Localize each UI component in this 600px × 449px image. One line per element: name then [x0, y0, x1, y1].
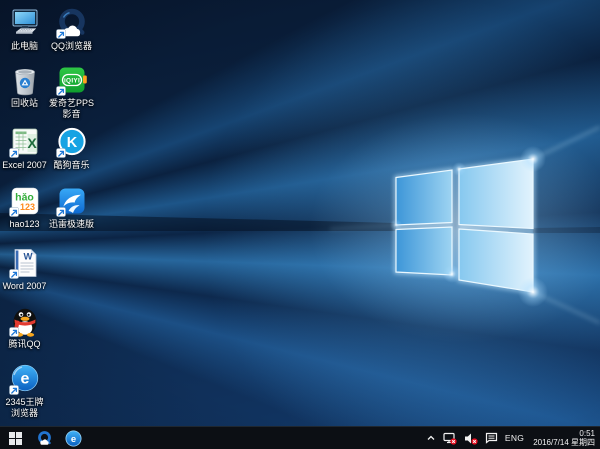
desktop-icon-label: 爱奇艺PPS 影音	[48, 98, 95, 120]
shortcut-arrow-overlay	[9, 208, 18, 217]
desktop-icon-hao123[interactable]: hǎo 123 hao123	[1, 184, 48, 230]
desktop-icon-label: hao123	[9, 219, 39, 230]
desktop-icon-iqiyi-pps[interactable]: iQIYI 爱奇艺PPS 影音	[48, 63, 95, 120]
clock-date: 2016/7/14 星期四	[533, 438, 595, 448]
desktop-icon-kugou-music[interactable]: K 酷狗音乐	[48, 125, 95, 171]
iqiyi-icon: iQIYI	[55, 63, 89, 97]
shortcut-arrow-overlay	[9, 328, 18, 337]
desktop-icon-label: 腾讯QQ	[8, 339, 40, 350]
shortcut-arrow-overlay	[56, 208, 65, 217]
desktop-icon-excel-2007[interactable]: X Excel 2007	[1, 125, 48, 171]
taskbar-clock[interactable]: 0:51 2016/7/14 星期四	[531, 429, 595, 448]
shortcut-arrow-overlay	[56, 87, 65, 96]
desktop-icon-label: 酷狗音乐	[53, 160, 89, 171]
svg-text:123: 123	[19, 202, 34, 212]
this-pc-icon	[8, 6, 42, 40]
svg-text:e: e	[71, 434, 76, 445]
desktop-icon-label: 此电脑	[11, 41, 38, 52]
show-hidden-icons-button[interactable]	[426, 433, 436, 443]
2345-browser-e-icon: e	[65, 430, 82, 447]
qq-penguin-icon	[8, 304, 42, 338]
clock-time: 0:51	[533, 429, 595, 439]
word-icon: W	[8, 246, 42, 280]
taskbar-qq-browser-button[interactable]	[30, 427, 59, 449]
speaker-muted-icon	[464, 432, 478, 445]
recycle-bin-icon	[8, 63, 42, 97]
desktop-icon-label: 2345王牌浏览器	[1, 397, 48, 419]
svg-text:X: X	[27, 135, 37, 151]
kugou-icon: K	[55, 125, 89, 159]
language-indicator[interactable]: ENG	[505, 433, 524, 443]
action-center-button[interactable]	[485, 432, 498, 444]
excel-icon: X	[8, 125, 42, 159]
desktop-icon-label: QQ浏览器	[51, 41, 92, 52]
desktop-icon-xunlei[interactable]: 迅雷极速版	[48, 184, 95, 230]
qq-browser-icon	[55, 6, 89, 40]
action-center-icon	[485, 432, 498, 444]
desktop-icon-label: Word 2007	[3, 281, 47, 292]
2345-browser-e-icon: e	[8, 362, 42, 396]
start-button[interactable]	[0, 427, 30, 449]
windows-start-icon	[9, 432, 22, 445]
shortcut-arrow-overlay	[9, 386, 18, 395]
desktop-icon-word-2007[interactable]: W Word 2007	[1, 246, 48, 292]
desktop-icon-tencent-qq[interactable]: 腾讯QQ	[1, 304, 48, 350]
taskbar: e	[0, 426, 600, 449]
xunlei-bird-icon	[55, 184, 89, 218]
desktop-icon-this-pc[interactable]: 此电脑	[1, 6, 48, 52]
taskbar-2345-browser-button[interactable]: e	[59, 427, 88, 449]
desktop-icon-2345-browser[interactable]: e 2345王牌浏览器	[1, 362, 48, 419]
system-tray: ENG 0:51 2016/7/14 星期四	[426, 429, 600, 448]
network-disconnected-icon	[443, 432, 457, 445]
svg-text:e: e	[20, 371, 29, 388]
windows-desktop: 此电脑 回收站 X Excel 2007 hǎo 1	[0, 0, 600, 449]
desktop-icon-qq-browser[interactable]: QQ浏览器	[48, 6, 95, 52]
hao123-icon: hǎo 123	[8, 184, 42, 218]
shortcut-arrow-overlay	[56, 149, 65, 158]
desktop-icon-label: 迅雷极速版	[49, 219, 94, 230]
network-status-button[interactable]	[443, 432, 457, 445]
svg-text:W: W	[23, 252, 32, 263]
shortcut-arrow-overlay	[9, 270, 18, 279]
svg-text:iQIYI: iQIYI	[63, 78, 79, 85]
desktop-icon-recycle-bin[interactable]: 回收站	[1, 63, 48, 109]
svg-text:K: K	[66, 135, 77, 151]
volume-status-button[interactable]	[464, 432, 478, 445]
shortcut-arrow-overlay	[56, 30, 65, 39]
desktop-icon-label: 回收站	[11, 98, 38, 109]
shortcut-arrow-overlay	[9, 149, 18, 158]
chevron-up-icon	[426, 433, 436, 443]
qq-browser-icon	[36, 430, 53, 447]
desktop-icon-label: Excel 2007	[2, 160, 47, 171]
